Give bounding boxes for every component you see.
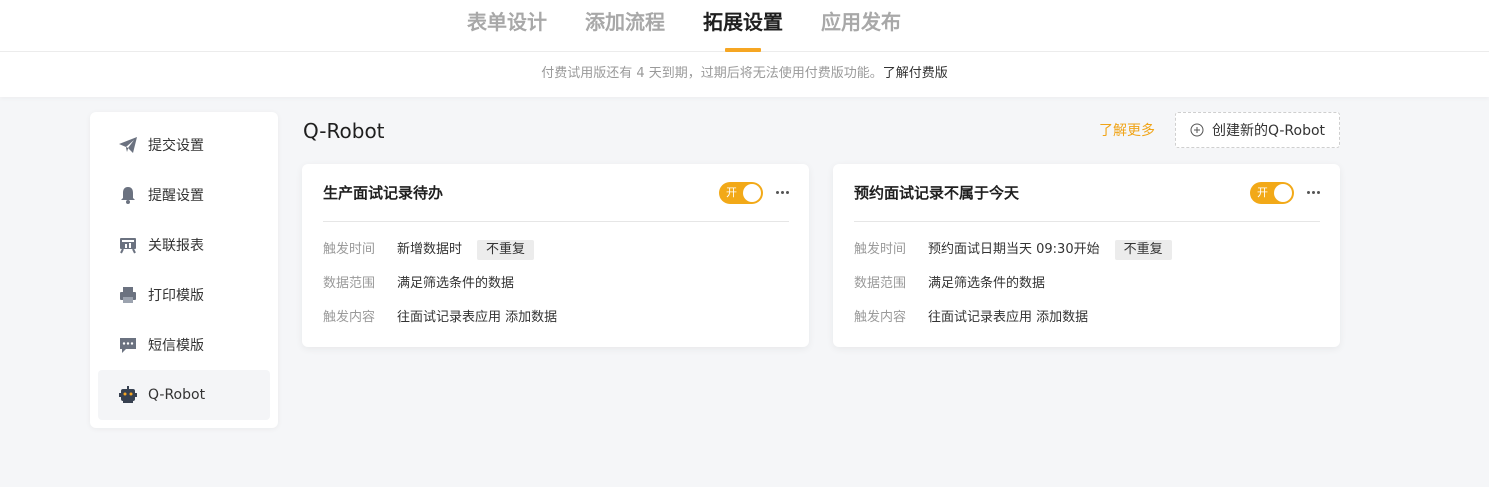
robot-enable-toggle[interactable]: 开 xyxy=(1250,182,1294,204)
data-range-row: 数据范围 满足筛选条件的数据 xyxy=(323,274,514,294)
sidebar-item-label: Q-Robot xyxy=(148,387,206,403)
sidebar-item-label: 打印模版 xyxy=(148,288,204,304)
tab-label: 表单设计 xyxy=(467,10,547,34)
robot-icon xyxy=(118,385,138,405)
tab-form-design[interactable]: 表单设计 xyxy=(467,8,547,52)
message-icon xyxy=(118,335,138,355)
tab-label: 应用发布 xyxy=(821,10,901,34)
row-label: 触发时间 xyxy=(323,242,376,257)
robot-enable-toggle[interactable]: 开 xyxy=(719,182,763,204)
create-button-label: 创建新的Q-Robot xyxy=(1211,123,1326,139)
sidebar-item-label: 关联报表 xyxy=(148,238,204,254)
robot-card: 预约面试记录不属于今天 开 触发时间 预约面试日期当天 09:30开始 不重复 … xyxy=(833,164,1340,347)
tab-label: 添加流程 xyxy=(585,10,665,34)
more-options-icon[interactable] xyxy=(1303,182,1323,202)
robot-card-title: 生产面试记录待办 xyxy=(323,184,444,202)
learn-paid-version-link[interactable]: 了解付费版 xyxy=(883,66,948,81)
row-value: 往面试记录表应用 添加数据 xyxy=(397,310,558,325)
toggle-knob xyxy=(1274,184,1292,202)
settings-sidebar: 提交设置 提醒设置 关联报表 打印模版 短信模版 Q-Robot xyxy=(90,112,278,428)
row-label: 数据范围 xyxy=(323,276,376,291)
trial-notice-text: 付费试用版还有 4 天到期，过期后将无法使用付费版功能。 xyxy=(541,66,883,81)
sidebar-item-reminder-settings[interactable]: 提醒设置 xyxy=(98,170,270,220)
sidebar-item-sms-templates[interactable]: 短信模版 xyxy=(98,320,270,370)
sidebar-item-linked-reports[interactable]: 关联报表 xyxy=(98,220,270,270)
tab-add-process[interactable]: 添加流程 xyxy=(585,8,665,52)
trigger-content-row: 触发内容 往面试记录表应用 添加数据 xyxy=(854,308,1088,328)
row-label: 触发时间 xyxy=(854,242,907,257)
trigger-time-row: 触发时间 预约面试日期当天 09:30开始 不重复 xyxy=(854,240,1172,260)
toggle-label: 开 xyxy=(726,186,737,199)
row-value: 满足筛选条件的数据 xyxy=(928,276,1046,291)
sidebar-item-label: 短信模版 xyxy=(148,338,204,354)
sidebar-item-print-templates[interactable]: 打印模版 xyxy=(98,270,270,320)
row-label: 触发内容 xyxy=(323,310,376,325)
bell-icon xyxy=(118,185,138,205)
page-title: Q-Robot xyxy=(303,119,385,143)
card-divider xyxy=(854,221,1320,222)
tab-app-publish[interactable]: 应用发布 xyxy=(821,8,901,52)
trigger-content-row: 触发内容 往面试记录表应用 添加数据 xyxy=(323,308,557,328)
row-value: 新增数据时 xyxy=(397,242,463,257)
learn-more-link[interactable]: 了解更多 xyxy=(1099,121,1155,141)
tab-extension-settings[interactable]: 拓展设置 xyxy=(703,8,783,52)
row-value: 满足筛选条件的数据 xyxy=(397,276,515,291)
toggle-knob xyxy=(743,184,761,202)
top-nav-bar: 表单设计 添加流程 拓展设置 应用发布 xyxy=(0,0,1489,52)
row-value: 往面试记录表应用 添加数据 xyxy=(928,310,1089,325)
data-range-row: 数据范围 满足筛选条件的数据 xyxy=(854,274,1045,294)
row-label: 数据范围 xyxy=(854,276,907,291)
trigger-time-row: 触发时间 新增数据时 不重复 xyxy=(323,240,535,260)
repeat-tag: 不重复 xyxy=(477,240,535,260)
printer-icon xyxy=(118,285,138,305)
trial-notice-bar: 付费试用版还有 4 天到期，过期后将无法使用付费版功能。了解付费版 xyxy=(0,52,1489,97)
row-label: 触发内容 xyxy=(854,310,907,325)
toggle-label: 开 xyxy=(1257,186,1268,199)
report-icon xyxy=(118,235,138,255)
robot-card: 生产面试记录待办 开 触发时间 新增数据时 不重复 数据范围 满足筛选条件的数据… xyxy=(302,164,809,347)
sidebar-item-q-robot[interactable]: Q-Robot xyxy=(98,370,270,420)
paper-plane-icon xyxy=(118,135,138,155)
create-q-robot-button[interactable]: 创建新的Q-Robot xyxy=(1175,112,1340,148)
card-divider xyxy=(323,221,789,222)
sidebar-item-submit-settings[interactable]: 提交设置 xyxy=(98,120,270,170)
add-circle-icon xyxy=(1190,123,1204,137)
tab-label: 拓展设置 xyxy=(703,10,783,34)
sidebar-item-label: 提交设置 xyxy=(148,138,204,154)
more-options-icon[interactable] xyxy=(772,182,792,202)
row-value: 预约面试日期当天 09:30开始 xyxy=(928,242,1100,257)
step-tabs: 表单设计 添加流程 拓展设置 应用发布 xyxy=(0,0,1489,52)
repeat-tag: 不重复 xyxy=(1114,240,1172,260)
sidebar-item-label: 提醒设置 xyxy=(148,188,204,204)
robot-card-title: 预约面试记录不属于今天 xyxy=(854,184,1020,202)
